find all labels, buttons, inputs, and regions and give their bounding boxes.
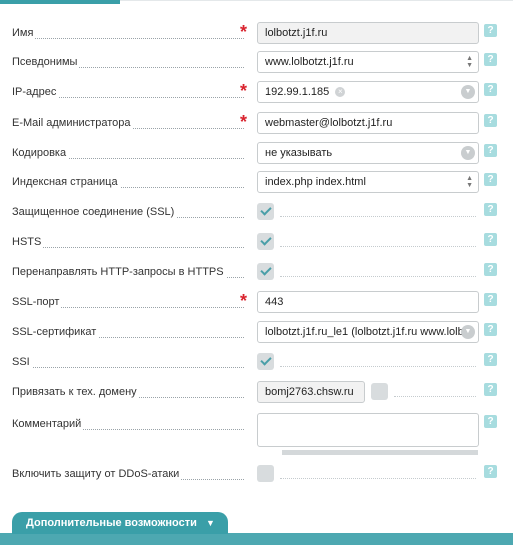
help-icon[interactable]: ?: [484, 233, 497, 246]
aliases-value: www.lolbotzt.j1f.ru: [265, 56, 354, 68]
index-field[interactable]: index.php index.html ▲ ▼: [257, 171, 479, 193]
encoding-label: Кодировка: [12, 147, 69, 159]
index-label: Индексная страница: [12, 176, 120, 188]
help-icon[interactable]: ?: [484, 24, 497, 37]
row-aliases: Псевдонимы www.lolbotzt.j1f.ru ▲ ▼ ?: [0, 51, 513, 75]
ssi-label: SSI: [12, 356, 32, 368]
help-icon[interactable]: ?: [484, 173, 497, 186]
required-mark: *: [240, 112, 248, 132]
field-leader: [280, 276, 476, 277]
redirect-checkbox[interactable]: [257, 263, 274, 280]
tech-domain-checkbox[interactable]: [371, 383, 388, 400]
ip-chip: 192.99.1.185: [265, 86, 330, 98]
help-icon[interactable]: ?: [484, 415, 497, 428]
comment-label: Комментарий: [12, 418, 84, 430]
help-icon[interactable]: ?: [484, 263, 497, 276]
help-icon[interactable]: ?: [484, 293, 497, 306]
ip-label: IP-адрес: [12, 86, 59, 98]
hsts-label: HSTS: [12, 236, 44, 248]
top-tab-border: [0, 0, 513, 6]
row-name: Имя * lolbotzt.j1f.ru ?: [0, 22, 513, 46]
row-ddos: Включить защиту от DDoS-атаки ?: [0, 463, 513, 487]
ssl-label: Защищенное соединение (SSL): [12, 206, 177, 218]
resize-arrows-icon[interactable]: ▲ ▼: [466, 55, 473, 69]
ssl-port-label: SSL-порт: [12, 296, 62, 308]
help-icon[interactable]: ?: [484, 323, 497, 336]
encoding-value: не указывать: [265, 147, 333, 159]
help-icon[interactable]: ?: [484, 465, 497, 478]
ssl-cert-select[interactable]: lolbotzt.j1f.ru_le1 (lolbotzt.j1f.ru www…: [257, 321, 479, 343]
field-leader: [280, 478, 476, 479]
name-label: Имя: [12, 27, 36, 39]
row-ssl-port: SSL-порт * 443 ?: [0, 291, 513, 315]
row-index: Индексная страница index.php index.html …: [0, 171, 513, 195]
redirect-label: Перенаправлять HTTP-запросы в HTTPS: [12, 266, 226, 278]
row-email: E-Mail администратора * webmaster@lolbot…: [0, 112, 513, 136]
label-leader: [12, 38, 244, 39]
label-leader: [12, 247, 244, 248]
aliases-label: Псевдонимы: [12, 56, 80, 68]
field-leader: [280, 246, 476, 247]
ddos-checkbox[interactable]: [257, 465, 274, 482]
more-options-label: Дополнительные возможности: [26, 517, 197, 529]
row-comment: Комментарий ?: [0, 413, 513, 457]
field-leader: [280, 366, 476, 367]
chevron-down-icon: ▼: [205, 518, 215, 528]
ssl-cert-label: SSL-сертификат: [12, 326, 99, 338]
row-ssi: SSI ?: [0, 351, 513, 375]
help-icon[interactable]: ?: [484, 83, 497, 96]
encoding-select[interactable]: не указывать ▼: [257, 142, 479, 164]
ssl-cert-value: lolbotzt.j1f.ru_le1 (lolbotzt.j1f.ru www…: [265, 326, 464, 338]
active-tab-indicator: [0, 0, 120, 4]
help-icon[interactable]: ?: [484, 353, 497, 366]
tech-domain-label: Привязать к тех. домену: [12, 386, 139, 398]
field-leader: [394, 396, 476, 397]
help-icon[interactable]: ?: [484, 383, 497, 396]
field-leader: [280, 216, 476, 217]
more-options-tab[interactable]: Дополнительные возможности ▼: [12, 512, 228, 534]
ssl-port-field[interactable]: 443: [257, 291, 479, 313]
horizontal-scrollbar[interactable]: [282, 450, 478, 455]
row-tech-domain: Привязать к тех. домену bomj2763.chsw.ru…: [0, 381, 513, 405]
required-mark: *: [240, 22, 248, 42]
help-icon[interactable]: ?: [484, 144, 497, 157]
required-mark: *: [240, 291, 248, 311]
chevron-down-icon[interactable]: ▼: [461, 146, 475, 160]
ssi-checkbox[interactable]: [257, 353, 274, 370]
row-ssl-cert: SSL-сертификат lolbotzt.j1f.ru_le1 (lolb…: [0, 321, 513, 345]
tech-domain-field[interactable]: bomj2763.chsw.ru: [257, 381, 365, 403]
remove-chip-icon[interactable]: ×: [335, 87, 346, 98]
help-icon[interactable]: ?: [484, 114, 497, 127]
help-icon[interactable]: ?: [484, 53, 497, 66]
comment-textarea[interactable]: [257, 413, 479, 447]
help-icon[interactable]: ?: [484, 203, 497, 216]
row-ip: IP-адрес * 192.99.1.185 × ▼ ?: [0, 81, 513, 105]
hsts-checkbox[interactable]: [257, 233, 274, 250]
name-field[interactable]: lolbotzt.j1f.ru: [257, 22, 479, 44]
row-hsts: HSTS ?: [0, 231, 513, 255]
resize-arrows-icon[interactable]: ▲ ▼: [466, 175, 473, 189]
ssl-checkbox[interactable]: [257, 203, 274, 220]
label-leader: [12, 367, 244, 368]
required-mark: *: [240, 81, 248, 101]
row-encoding: Кодировка не указывать ▼ ?: [0, 142, 513, 166]
tab-divider: [120, 0, 513, 6]
email-label: E-Mail администратора: [12, 117, 133, 129]
chevron-down-icon[interactable]: ▼: [461, 85, 475, 99]
email-field[interactable]: webmaster@lolbotzt.j1f.ru: [257, 112, 479, 134]
chevron-down-icon[interactable]: ▼: [461, 325, 475, 339]
index-value: index.php index.html: [265, 176, 366, 188]
row-redirect: Перенаправлять HTTP-запросы в HTTPS ?: [0, 261, 513, 285]
ddos-label: Включить защиту от DDoS-атаки: [12, 468, 182, 480]
ip-select[interactable]: 192.99.1.185 × ▼: [257, 81, 479, 103]
row-ssl: Защищенное соединение (SSL) ?: [0, 201, 513, 225]
aliases-field[interactable]: www.lolbotzt.j1f.ru ▲ ▼: [257, 51, 479, 73]
bottom-accent-bar: [0, 533, 513, 545]
